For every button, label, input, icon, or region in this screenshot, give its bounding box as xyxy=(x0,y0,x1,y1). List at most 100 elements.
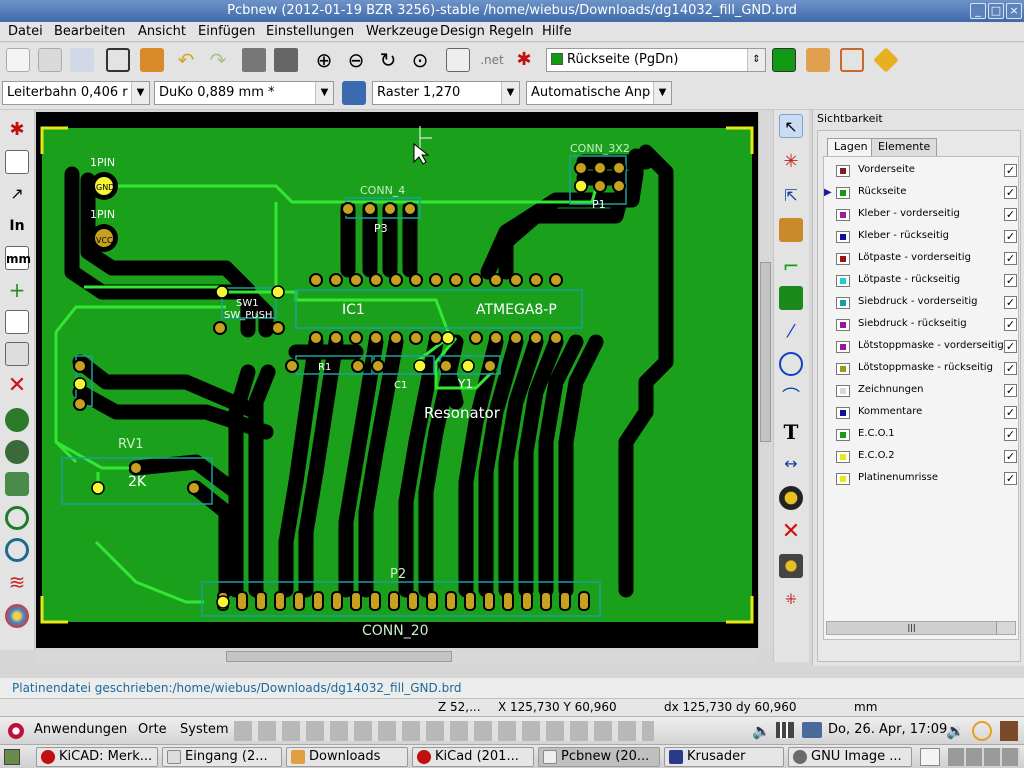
module-editor-icon[interactable] xyxy=(140,48,164,72)
menu-bearbeiten[interactable]: Bearbeiten xyxy=(54,24,125,39)
zones-outline-icon[interactable] xyxy=(5,440,29,464)
menu-datei[interactable]: Datei xyxy=(8,24,43,39)
tab-lagen[interactable]: Lagen xyxy=(827,138,875,156)
task-downloads[interactable]: Downloads xyxy=(286,747,408,767)
notes-icon[interactable] xyxy=(920,748,940,766)
close-button[interactable]: × xyxy=(1006,3,1022,19)
add-circle-icon[interactable] xyxy=(779,352,803,376)
via-size-select[interactable]: DuKo 0,889 mm * ▼ xyxy=(154,81,334,105)
menu-design-regeln[interactable]: Design Regeln xyxy=(440,24,534,39)
layer-checkbox[interactable]: ✓ xyxy=(1004,450,1017,463)
local-ratsnest-icon[interactable]: ⇱ xyxy=(779,184,803,208)
zoom-fit-icon[interactable]: ⊙ xyxy=(408,48,432,72)
layer-checkbox[interactable]: ✓ xyxy=(1004,472,1017,485)
layer-checkbox[interactable]: ✓ xyxy=(1004,428,1017,441)
grid-origin-icon[interactable]: ⁜ xyxy=(779,588,803,612)
task-kicad[interactable]: KiCad (201... xyxy=(412,747,534,767)
save-icon[interactable] xyxy=(70,48,94,72)
delete-tracks-icon[interactable]: ✕ xyxy=(5,374,29,398)
grid-select[interactable]: Raster 1,270 ▼ xyxy=(372,81,520,105)
show-desktop-icon[interactable] xyxy=(4,749,20,765)
layer-row[interactable]: Rückseite ✓ xyxy=(832,183,1022,205)
inch-units-icon[interactable]: In xyxy=(5,214,29,238)
track-width-select[interactable]: Leiterbahn 0,406 r ▼ xyxy=(2,81,150,105)
polar-coord-icon[interactable]: ↗ xyxy=(5,182,29,206)
print-icon[interactable] xyxy=(242,48,266,72)
volume-icon[interactable]: 🔈 xyxy=(752,722,771,740)
add-track-icon[interactable]: ⌐ xyxy=(779,254,803,278)
vertical-scroll-thumb[interactable] xyxy=(760,262,771,442)
layer-checkbox[interactable]: ✓ xyxy=(1004,230,1017,243)
layer-row[interactable]: Kleber - rückseitig ✓ xyxy=(832,227,1022,249)
ratsnest-icon[interactable] xyxy=(5,310,29,334)
plot-icon[interactable] xyxy=(274,48,298,72)
zoom-in-icon[interactable]: ⊕ xyxy=(312,48,336,72)
minimize-button[interactable]: _ xyxy=(970,3,986,19)
cursor-shape-icon[interactable]: + xyxy=(5,278,29,302)
layer-select[interactable]: Rückseite (PgDn) ⇕ xyxy=(546,48,766,72)
horizontal-scroll-thumb[interactable] xyxy=(226,651,452,662)
layer-row[interactable]: Lötstoppmaske - rückseitig ✓ xyxy=(832,359,1022,381)
mm-units-icon[interactable]: mm xyxy=(5,246,31,270)
menu-hilfe[interactable]: Hilfe xyxy=(542,24,572,39)
panel-scroll-thumb[interactable]: ||| xyxy=(827,622,997,634)
add-module-icon[interactable] xyxy=(779,218,803,242)
task-krusader[interactable]: Krusader xyxy=(664,747,784,767)
shutdown-icon[interactable] xyxy=(1000,721,1018,741)
set-origin-icon[interactable] xyxy=(779,554,803,578)
layer-row[interactable]: E.C.O.2 ✓ xyxy=(832,447,1022,469)
menu-anwendungen[interactable]: Anwendungen xyxy=(34,722,127,737)
vertical-scrollbar[interactable] xyxy=(758,112,772,648)
grid-dots-icon[interactable] xyxy=(5,150,29,174)
layer-checkbox[interactable]: ✓ xyxy=(1004,384,1017,397)
add-dimension-icon[interactable]: ↔ xyxy=(779,452,803,476)
layer-checkbox[interactable]: ✓ xyxy=(1004,252,1017,265)
menu-ansicht[interactable]: Ansicht xyxy=(138,24,186,39)
page-settings-icon[interactable] xyxy=(106,48,130,72)
track-sketch-icon[interactable]: ≋ xyxy=(5,570,29,594)
menu-werkzeuge[interactable]: Werkzeuge xyxy=(366,24,438,39)
task-pcbnew[interactable]: Pcbnew (20... xyxy=(538,747,660,767)
layer-checkbox[interactable]: ✓ xyxy=(1004,274,1017,287)
zones-fill-icon[interactable] xyxy=(5,472,29,496)
layer-checkbox[interactable]: ✓ xyxy=(1004,340,1017,353)
pcb-canvas[interactable]: 1PIN 1PIN GND VCC CONN_4 P3 CONN_3X2 P1 … xyxy=(36,112,758,648)
zoom-out-icon[interactable]: ⊖ xyxy=(344,48,368,72)
layer-row[interactable]: Lötpaste - rückseitig ✓ xyxy=(832,271,1022,293)
display-icon[interactable] xyxy=(802,722,822,738)
pad-sketch-icon[interactable] xyxy=(5,506,29,530)
layer-row[interactable]: Lötstoppmaske - vorderseitig ✓ xyxy=(832,337,1022,359)
network-icon[interactable] xyxy=(776,722,794,738)
tab-elemente[interactable]: Elemente xyxy=(871,138,938,156)
add-text-icon[interactable]: T xyxy=(779,420,803,444)
show-zones-icon[interactable] xyxy=(5,408,29,432)
layer-row[interactable]: Platinenumrisse ✓ xyxy=(832,469,1022,491)
horizontal-scrollbar[interactable] xyxy=(36,650,758,664)
high-contrast-icon[interactable] xyxy=(5,604,29,628)
layer-row[interactable]: Zeichnungen ✓ xyxy=(832,381,1022,403)
launcher-icons[interactable] xyxy=(234,721,654,741)
layer-row[interactable]: Siebdruck - rückseitig ✓ xyxy=(832,315,1022,337)
layer-row[interactable]: Vorderseite ✓ xyxy=(832,161,1022,183)
menu-orte[interactable]: Orte xyxy=(138,722,167,737)
layer-row[interactable]: Kleber - vorderseitig ✓ xyxy=(832,205,1022,227)
layer-checkbox[interactable]: ✓ xyxy=(1004,318,1017,331)
autoplace-icon[interactable] xyxy=(806,48,830,72)
workspace-switcher[interactable] xyxy=(948,748,1020,766)
maximize-button[interactable]: □ xyxy=(988,3,1004,19)
highlight-net-icon[interactable]: ✳ xyxy=(779,150,803,174)
netlist-icon[interactable]: .net xyxy=(480,48,504,72)
add-line-icon[interactable]: ⁄ xyxy=(779,320,803,344)
panel-scrollbar[interactable]: ||| xyxy=(826,621,1016,635)
layer-row[interactable]: Lötpaste - vorderseitig ✓ xyxy=(832,249,1022,271)
delete-icon[interactable]: ✕ xyxy=(779,520,803,544)
auto-track-width-icon[interactable] xyxy=(342,81,366,105)
layer-checkbox[interactable]: ✓ xyxy=(1004,362,1017,375)
module-ratsnest-icon[interactable] xyxy=(5,342,29,366)
layer-checkbox[interactable]: ✓ xyxy=(1004,296,1017,309)
speaker-icon[interactable]: 🔉 xyxy=(946,722,965,740)
redo-icon[interactable]: ↷ xyxy=(206,48,230,72)
autoroute-icon[interactable] xyxy=(840,48,864,72)
via-sketch-icon[interactable] xyxy=(5,538,29,562)
warning-icon[interactable] xyxy=(873,47,899,73)
